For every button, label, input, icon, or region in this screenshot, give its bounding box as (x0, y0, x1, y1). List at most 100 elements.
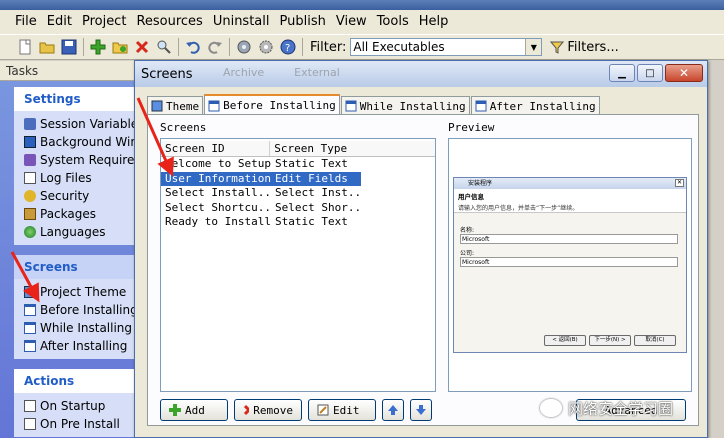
tab-before-installing[interactable]: Before Installing (204, 94, 340, 115)
build-icon[interactable] (233, 36, 255, 58)
open-folder-icon[interactable] (109, 36, 131, 58)
remove-icon[interactable] (131, 36, 153, 58)
menu-help[interactable]: Help (414, 10, 454, 34)
edit-button[interactable]: Edit (308, 399, 376, 421)
move-down-button[interactable] (410, 399, 432, 421)
task-item-label: While Installing (40, 321, 133, 335)
task-item-packages[interactable]: Packages (24, 205, 140, 223)
toolbar-separator (302, 38, 303, 56)
menu-tools[interactable]: Tools (372, 10, 414, 34)
arrow-up-icon (388, 405, 398, 415)
menu-file[interactable]: File (10, 10, 42, 34)
add-icon[interactable] (87, 36, 109, 58)
dialog-tabs: Theme Before Installing While Installing… (147, 94, 601, 115)
key-icon (24, 190, 36, 202)
tab-while-installing[interactable]: While Installing (340, 96, 470, 115)
add-button[interactable]: Add (160, 399, 228, 421)
preview-next-button: 下一步(N) > (589, 335, 631, 346)
screens-dialog: Screens Archive External ▁ □ ✕ Theme Bef… (134, 60, 708, 438)
column-header-screen-type[interactable]: Screen Type (270, 141, 435, 156)
tab-label: Theme (166, 99, 200, 113)
table-row-selected[interactable]: User Information Edit Fields (161, 171, 435, 186)
watermark: 网络安全学习圈 (540, 396, 673, 420)
dialog-titlebar[interactable]: Screens Archive External ▁ □ ✕ (135, 61, 707, 87)
task-item-session-variables[interactable]: Session Variables (24, 115, 140, 133)
task-item-log-files[interactable]: Log Files (24, 169, 140, 187)
toolbar-separator (83, 38, 84, 56)
new-icon[interactable] (14, 36, 36, 58)
preview-label: Preview (448, 121, 495, 134)
task-group-title[interactable]: Screens (14, 255, 140, 279)
screen-icon (24, 322, 36, 334)
arrow-down-icon (416, 405, 426, 415)
help-icon[interactable]: ? (277, 36, 299, 58)
remove-button-label: Remove (253, 403, 293, 417)
theme-icon (24, 286, 36, 298)
svg-text:?: ? (285, 43, 290, 54)
task-item-before-installing[interactable]: Before Installing (24, 301, 140, 319)
redo-icon[interactable] (204, 36, 226, 58)
menu-view[interactable]: View (331, 10, 372, 34)
cell-screen-type: Select Inst... (275, 186, 361, 199)
menu-resources[interactable]: Resources (131, 10, 207, 34)
task-item-label: Before Installing (40, 303, 138, 317)
background-tab: External (294, 66, 340, 79)
filters-button[interactable]: Filters... (550, 40, 619, 55)
table-row[interactable]: Welcome to Setup Static Text (161, 157, 435, 172)
task-item-label: Security (40, 189, 90, 203)
task-item-while-installing[interactable]: While Installing (24, 319, 140, 337)
table-row[interactable]: Ready to Install Static Text (161, 215, 435, 230)
cell-screen-id: Welcome to Setup (165, 157, 271, 170)
task-item-project-theme[interactable]: Project Theme (24, 283, 140, 301)
column-header-screen-id[interactable]: Screen ID (161, 141, 271, 156)
action-icon (24, 400, 36, 412)
task-item-background-window[interactable]: Background Window (24, 133, 140, 151)
task-item-security[interactable]: Security (24, 187, 140, 205)
task-group-title[interactable]: Settings (14, 87, 140, 111)
chevron-down-icon[interactable]: ▼ (525, 39, 542, 55)
watermark-text: 网络安全学习圈 (568, 399, 674, 418)
menu-project[interactable]: Project (77, 10, 131, 34)
task-item-system-requirements[interactable]: System Requirements (24, 151, 140, 169)
task-item-on-pre-install[interactable]: On Pre Install (24, 415, 140, 433)
move-up-button[interactable] (382, 399, 404, 421)
close-button[interactable]: ✕ (665, 64, 703, 82)
menu-bar: File Edit Project Resources Uninstall Pu… (0, 10, 724, 34)
task-item-after-installing[interactable]: After Installing (24, 337, 140, 355)
tab-theme[interactable]: Theme (147, 96, 204, 115)
menu-publish[interactable]: Publish (275, 10, 331, 34)
filter-value: All Executables (353, 40, 445, 54)
preview-cancel-button: 取消(C) (634, 335, 676, 346)
screens-label: Screens (160, 121, 207, 134)
filter-dropdown[interactable]: All Executables ▼ (350, 38, 543, 56)
maximize-button[interactable]: □ (637, 64, 663, 82)
preview-window: 安装程序 ✕ 用户信息 请输入您的用户信息，并单击“下一步”继续。 名称: Mic… (453, 177, 687, 353)
table-row[interactable]: Select Install... Select Inst... (161, 186, 435, 201)
cell-screen-id: User Information (161, 171, 271, 186)
table-row[interactable]: Select Shortcu... Select Shor... (161, 201, 435, 216)
task-group-settings: Settings Session Variables Background Wi… (14, 87, 140, 245)
screens-list[interactable]: Screen ID Screen Type Welcome to Setup St… (160, 138, 436, 392)
settings-icon[interactable] (255, 36, 277, 58)
minimize-button[interactable]: ▁ (609, 64, 635, 82)
menu-uninstall[interactable]: Uninstall (208, 10, 275, 34)
log-icon (24, 172, 36, 184)
system-icon (24, 154, 36, 166)
task-item-on-startup[interactable]: On Startup (24, 397, 140, 415)
app-titlebar (0, 0, 724, 10)
add-icon (169, 404, 181, 416)
save-icon[interactable] (58, 36, 80, 58)
preview-heading: 用户信息 (458, 193, 484, 201)
task-item-languages[interactable]: Languages (24, 223, 140, 241)
task-group-title[interactable]: Actions (14, 369, 140, 393)
remove-button[interactable]: Remove (234, 399, 302, 421)
window-icon (24, 136, 36, 148)
menu-edit[interactable]: Edit (42, 10, 77, 34)
open-icon[interactable] (36, 36, 58, 58)
tab-label: While Installing (359, 99, 466, 113)
undo-icon[interactable] (182, 36, 204, 58)
find-icon[interactable] (153, 36, 175, 58)
task-item-label: Background Window (40, 135, 140, 149)
tab-after-installing[interactable]: After Installing (470, 96, 600, 115)
filter-icon (550, 41, 565, 54)
